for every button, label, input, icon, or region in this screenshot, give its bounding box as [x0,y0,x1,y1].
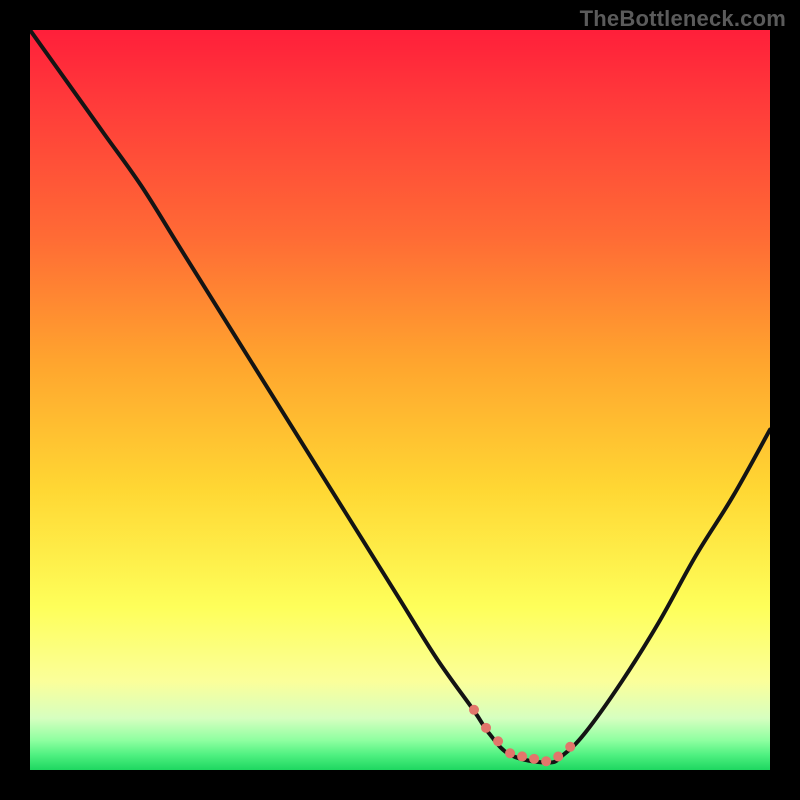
flat-region-dot [565,742,575,752]
flat-region-dot [493,736,503,746]
flat-region-dot [517,751,527,761]
plot-area [30,30,770,770]
watermark-text: TheBottleneck.com [580,6,786,32]
flat-region-dot [553,752,563,762]
flat-region-dot [541,756,551,766]
flat-region-dot [469,705,479,715]
flat-region-dot [529,754,539,764]
flat-region-dots [469,705,575,766]
bottleneck-curve-svg [30,30,770,770]
bottleneck-curve-line [30,30,770,763]
flat-region-dot [481,723,491,733]
chart-frame: TheBottleneck.com [0,0,800,800]
flat-region-dot [505,748,515,758]
